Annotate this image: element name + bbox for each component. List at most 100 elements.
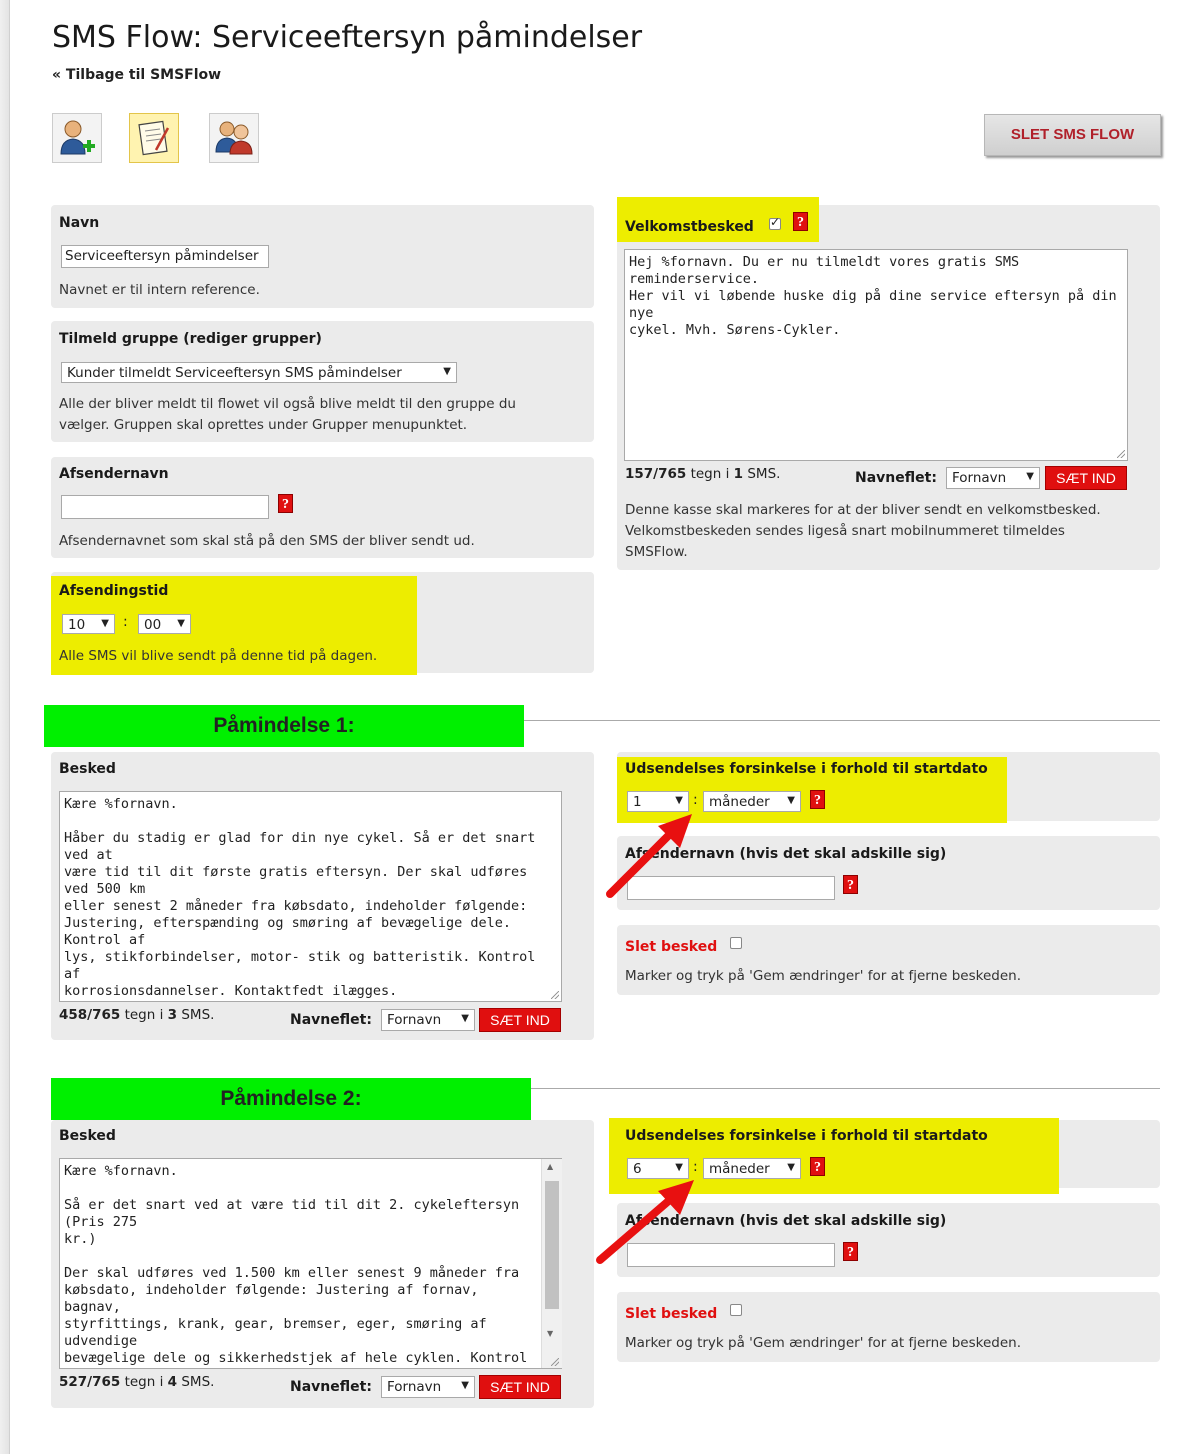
reminder-2-navneflet-value: Fornavn <box>387 1379 442 1395</box>
chevron-down-icon: ▼ <box>443 366 451 377</box>
welcome-count-mid: tegn i <box>686 466 734 482</box>
reminder-2-sms-count: 4 <box>167 1374 178 1390</box>
help-icon[interactable]: ? <box>810 1157 825 1176</box>
reminder-2-delay-sep: : <box>693 1159 698 1175</box>
reminder-2-delay-value-select[interactable]: 6 ▼ <box>627 1158 689 1179</box>
sender-input[interactable] <box>61 495 269 519</box>
chevron-down-icon: ▼ <box>675 795 683 806</box>
reminder-1-navneflet-select[interactable]: Fornavn ▼ <box>381 1009 475 1031</box>
resize-grip-icon[interactable] <box>1117 450 1125 458</box>
help-icon[interactable]: ? <box>278 494 293 513</box>
page-title: SMS Flow: Serviceeftersyn påmindelser <box>52 20 643 55</box>
welcome-label: Velkomstbesked <box>625 219 754 235</box>
back-link[interactable]: « Tilbage til SMSFlow <box>52 67 221 83</box>
welcome-char-count: 157/765 tegn i 1 SMS. <box>625 466 780 482</box>
reminder-2-delay-unit: måneder <box>709 1161 770 1177</box>
reminder-1-message-textarea[interactable]: Kære %fornavn. Håber du stadig er glad f… <box>59 791 562 1002</box>
welcome-insert-button[interactable]: SÆT IND <box>1045 466 1127 490</box>
hour-select[interactable]: 10 ▼ <box>62 614 115 634</box>
minute-value: 00 <box>144 617 162 633</box>
reminder-1-insert-button[interactable]: SÆT IND <box>479 1008 561 1032</box>
reminder-1-count-mid: tegn i <box>120 1007 168 1023</box>
reminder-2-insert-button[interactable]: SÆT IND <box>479 1375 561 1399</box>
help-icon[interactable]: ? <box>843 1242 858 1261</box>
group-help-1: Alle der bliver meldt til flowet vil ogs… <box>59 396 516 412</box>
reminder-1-count: 458/765 <box>59 1007 121 1023</box>
reminder-1-delay-unit-select[interactable]: måneder ▼ <box>703 791 801 812</box>
send-time-label: Afsendingstid <box>59 583 169 599</box>
reminder-2-delay-unit-select[interactable]: måneder ▼ <box>703 1158 801 1179</box>
arrow-icon <box>606 814 692 898</box>
resize-grip-icon[interactable] <box>551 1358 559 1366</box>
reminder-1-sms-count: 3 <box>167 1007 178 1023</box>
help-icon[interactable]: ? <box>843 875 858 894</box>
divider <box>524 720 1160 721</box>
reminder-2-scrollbar[interactable]: ▲ ▼ <box>541 1159 562 1368</box>
group-select[interactable]: Kunder tilmeldt Serviceeftersyn SMS påmi… <box>61 362 457 383</box>
reminder-2-navneflet-select[interactable]: Fornavn ▼ <box>381 1376 475 1398</box>
reminder-2-delay-value: 6 <box>633 1161 642 1177</box>
delete-sms-flow-button[interactable]: SLET SMS FLOW <box>984 114 1161 156</box>
welcome-checkbox[interactable] <box>769 215 781 230</box>
reminder-1-char-count: 458/765 tegn i 3 SMS. <box>59 1007 214 1023</box>
welcome-message-textarea[interactable]: Hej %fornavn. Du er nu tilmeldt vores gr… <box>624 249 1128 461</box>
reminder-1-delete-help: Marker og tryk på 'Gem ændringer' for at… <box>625 968 1021 984</box>
reminder-2-sms-suffix: SMS. <box>177 1374 215 1390</box>
welcome-navneflet-value: Fornavn <box>952 470 1007 486</box>
welcome-help-1: Denne kasse skal markeres for at der bli… <box>625 502 1101 518</box>
chevron-down-icon: ▼ <box>1026 471 1034 482</box>
reminder-1-delay-label: Udsendelses forsinkelse i forhold til st… <box>625 761 988 777</box>
reminder-2-char-count: 527/765 tegn i 4 SMS. <box>59 1374 214 1390</box>
welcome-count: 157/765 <box>625 466 687 482</box>
reminder-2-navneflet-label: Navneflet: <box>290 1379 372 1395</box>
reminder-2-delete-help: Marker og tryk på 'Gem ændringer' for at… <box>625 1335 1021 1351</box>
hour-value: 10 <box>68 617 86 633</box>
reminder-1-message-label: Besked <box>59 761 116 777</box>
reminder-2-count-mid: tegn i <box>120 1374 168 1390</box>
minute-select[interactable]: 00 ▼ <box>138 614 191 634</box>
users-button[interactable] <box>209 113 259 163</box>
edit-flow-button[interactable] <box>129 113 179 163</box>
reminder-1-navneflet-value: Fornavn <box>387 1012 442 1028</box>
group-select-value: Kunder tilmeldt Serviceeftersyn SMS påmi… <box>67 365 402 381</box>
reminder-1-delete-label: Slet besked <box>625 939 718 955</box>
sender-help: Afsendernavnet som skal stå på den SMS d… <box>59 533 475 549</box>
welcome-help-2: Velkomstbeskeden sendes ligeså snart mob… <box>625 523 1065 539</box>
welcome-navneflet-label: Navneflet: <box>855 470 937 486</box>
welcome-help-3: SMSFlow. <box>625 544 688 560</box>
time-separator: : <box>123 614 128 630</box>
reminder-1-delete-checkbox[interactable] <box>730 937 742 949</box>
reminder-2-message-textarea[interactable]: Kære %fornavn. Så er det snart ved at væ… <box>59 1158 562 1369</box>
group-help-2: vælger. Gruppen skal oprettes under Grup… <box>59 417 468 433</box>
help-icon[interactable]: ? <box>793 212 808 231</box>
reminder-2-message-label: Besked <box>59 1128 116 1144</box>
name-input[interactable]: Serviceeftersyn påmindelser <box>61 245 269 268</box>
welcome-navneflet-select[interactable]: Fornavn ▼ <box>946 467 1040 489</box>
chevron-down-icon: ▼ <box>461 1013 469 1024</box>
arrow-icon <box>596 1180 694 1264</box>
chevron-down-icon: ▼ <box>675 1162 683 1173</box>
reminder-1-delay-value: 1 <box>633 794 642 810</box>
reminder-1-navneflet-label: Navneflet: <box>290 1012 372 1028</box>
notepad-icon <box>138 120 170 156</box>
name-help: Navnet er til intern reference. <box>59 282 260 298</box>
help-icon[interactable]: ? <box>810 790 825 809</box>
resize-grip-icon[interactable] <box>551 991 559 999</box>
chevron-down-icon: ▼ <box>177 618 185 629</box>
reminder-1-delay-value-select[interactable]: 1 ▼ <box>627 791 689 812</box>
sender-label: Afsendernavn <box>59 466 169 482</box>
scroll-thumb[interactable] <box>545 1181 559 1309</box>
reminder-2-delay-label: Udsendelses forsinkelse i forhold til st… <box>625 1128 988 1144</box>
add-user-button[interactable] <box>52 113 102 163</box>
scroll-down-icon[interactable]: ▼ <box>547 1329 553 1338</box>
divider <box>531 1088 1160 1089</box>
reminder-1-sms-suffix: SMS. <box>177 1007 215 1023</box>
add-user-icon <box>60 120 95 155</box>
reminder-2-delete-checkbox[interactable] <box>730 1304 742 1316</box>
reminder-1-delay-sep: : <box>693 792 698 808</box>
welcome-sms-suffix: SMS. <box>743 466 781 482</box>
chevron-down-icon: ▼ <box>787 1162 795 1173</box>
users-icon <box>215 121 253 155</box>
scroll-up-icon[interactable]: ▲ <box>547 1162 553 1171</box>
name-label: Navn <box>59 215 100 231</box>
